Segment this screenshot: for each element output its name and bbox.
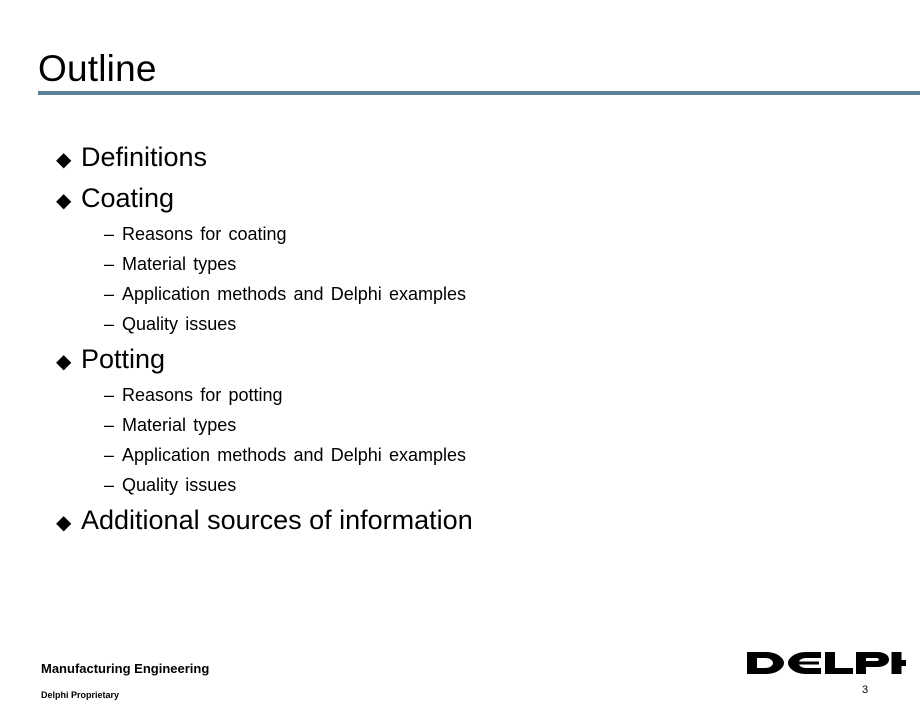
outline-item-label: Material types	[122, 415, 237, 435]
delphi-logo	[746, 648, 906, 678]
outline-sub-bullet: – Material types	[0, 252, 920, 282]
diamond-bullet-icon: ◆	[56, 351, 72, 373]
outline-item-label: Material types	[122, 254, 237, 274]
diamond-bullet-icon: ◆	[56, 512, 72, 534]
footer-confidentiality-notice: Delphi Proprietary	[41, 690, 120, 700]
title-divider	[38, 91, 920, 95]
dash-bullet-icon: –	[104, 415, 115, 435]
outline-sub-bullet: – Material types	[0, 413, 920, 443]
dash-bullet-icon: –	[104, 445, 115, 465]
outline-item-label: Reasons for coating	[122, 224, 287, 244]
footer-department: Manufacturing Engineering	[41, 661, 210, 676]
outline-item-label: Definitions	[81, 142, 208, 172]
outline-list: ◆ Definitions ◆ Coating – Reasons for coating…	[0, 140, 920, 544]
dash-bullet-icon: –	[104, 385, 115, 405]
outline-item-label: Reasons for potting	[122, 385, 283, 405]
dash-bullet-icon: –	[104, 254, 115, 274]
outline-item-label: Quality issues	[122, 314, 237, 334]
diamond-bullet-icon: ◆	[56, 149, 72, 171]
outline-item-label: Quality issues	[122, 475, 237, 495]
dash-bullet-icon: –	[104, 284, 115, 304]
outline-bullet: ◆ Coating	[0, 181, 920, 222]
slide: Outline ◆ Definitions ◆ Coating – Reasons for…	[0, 0, 920, 710]
outline-item-label: Potting	[81, 344, 166, 374]
outline-item-label: Application methods and Delphi examples	[122, 445, 466, 465]
page-title: Outline	[38, 48, 157, 89]
outline-sub-bullet: – Quality issues	[0, 473, 920, 503]
outline-sub-bullet: – Application methods and Delphi examples	[0, 443, 920, 473]
outline-item-label: Coating	[81, 183, 175, 213]
dash-bullet-icon: –	[104, 314, 115, 334]
outline-bullet: ◆ Additional sources of information	[0, 503, 920, 544]
page-number: 3	[862, 684, 869, 696]
outline-sub-bullet: – Application methods and Delphi examples	[0, 282, 920, 312]
outline-bullet: ◆ Definitions	[0, 140, 920, 181]
outline-item-label: Application methods and Delphi examples	[122, 284, 466, 304]
outline-item-label: Additional sources of information	[81, 505, 473, 535]
dash-bullet-icon: –	[104, 475, 115, 495]
outline-sub-bullet: – Reasons for coating	[0, 222, 920, 252]
outline-sub-bullet: – Quality issues	[0, 312, 920, 342]
outline-sub-bullet: – Reasons for potting	[0, 383, 920, 413]
outline-bullet: ◆ Potting	[0, 342, 920, 383]
dash-bullet-icon: –	[104, 224, 115, 244]
diamond-bullet-icon: ◆	[56, 190, 72, 212]
